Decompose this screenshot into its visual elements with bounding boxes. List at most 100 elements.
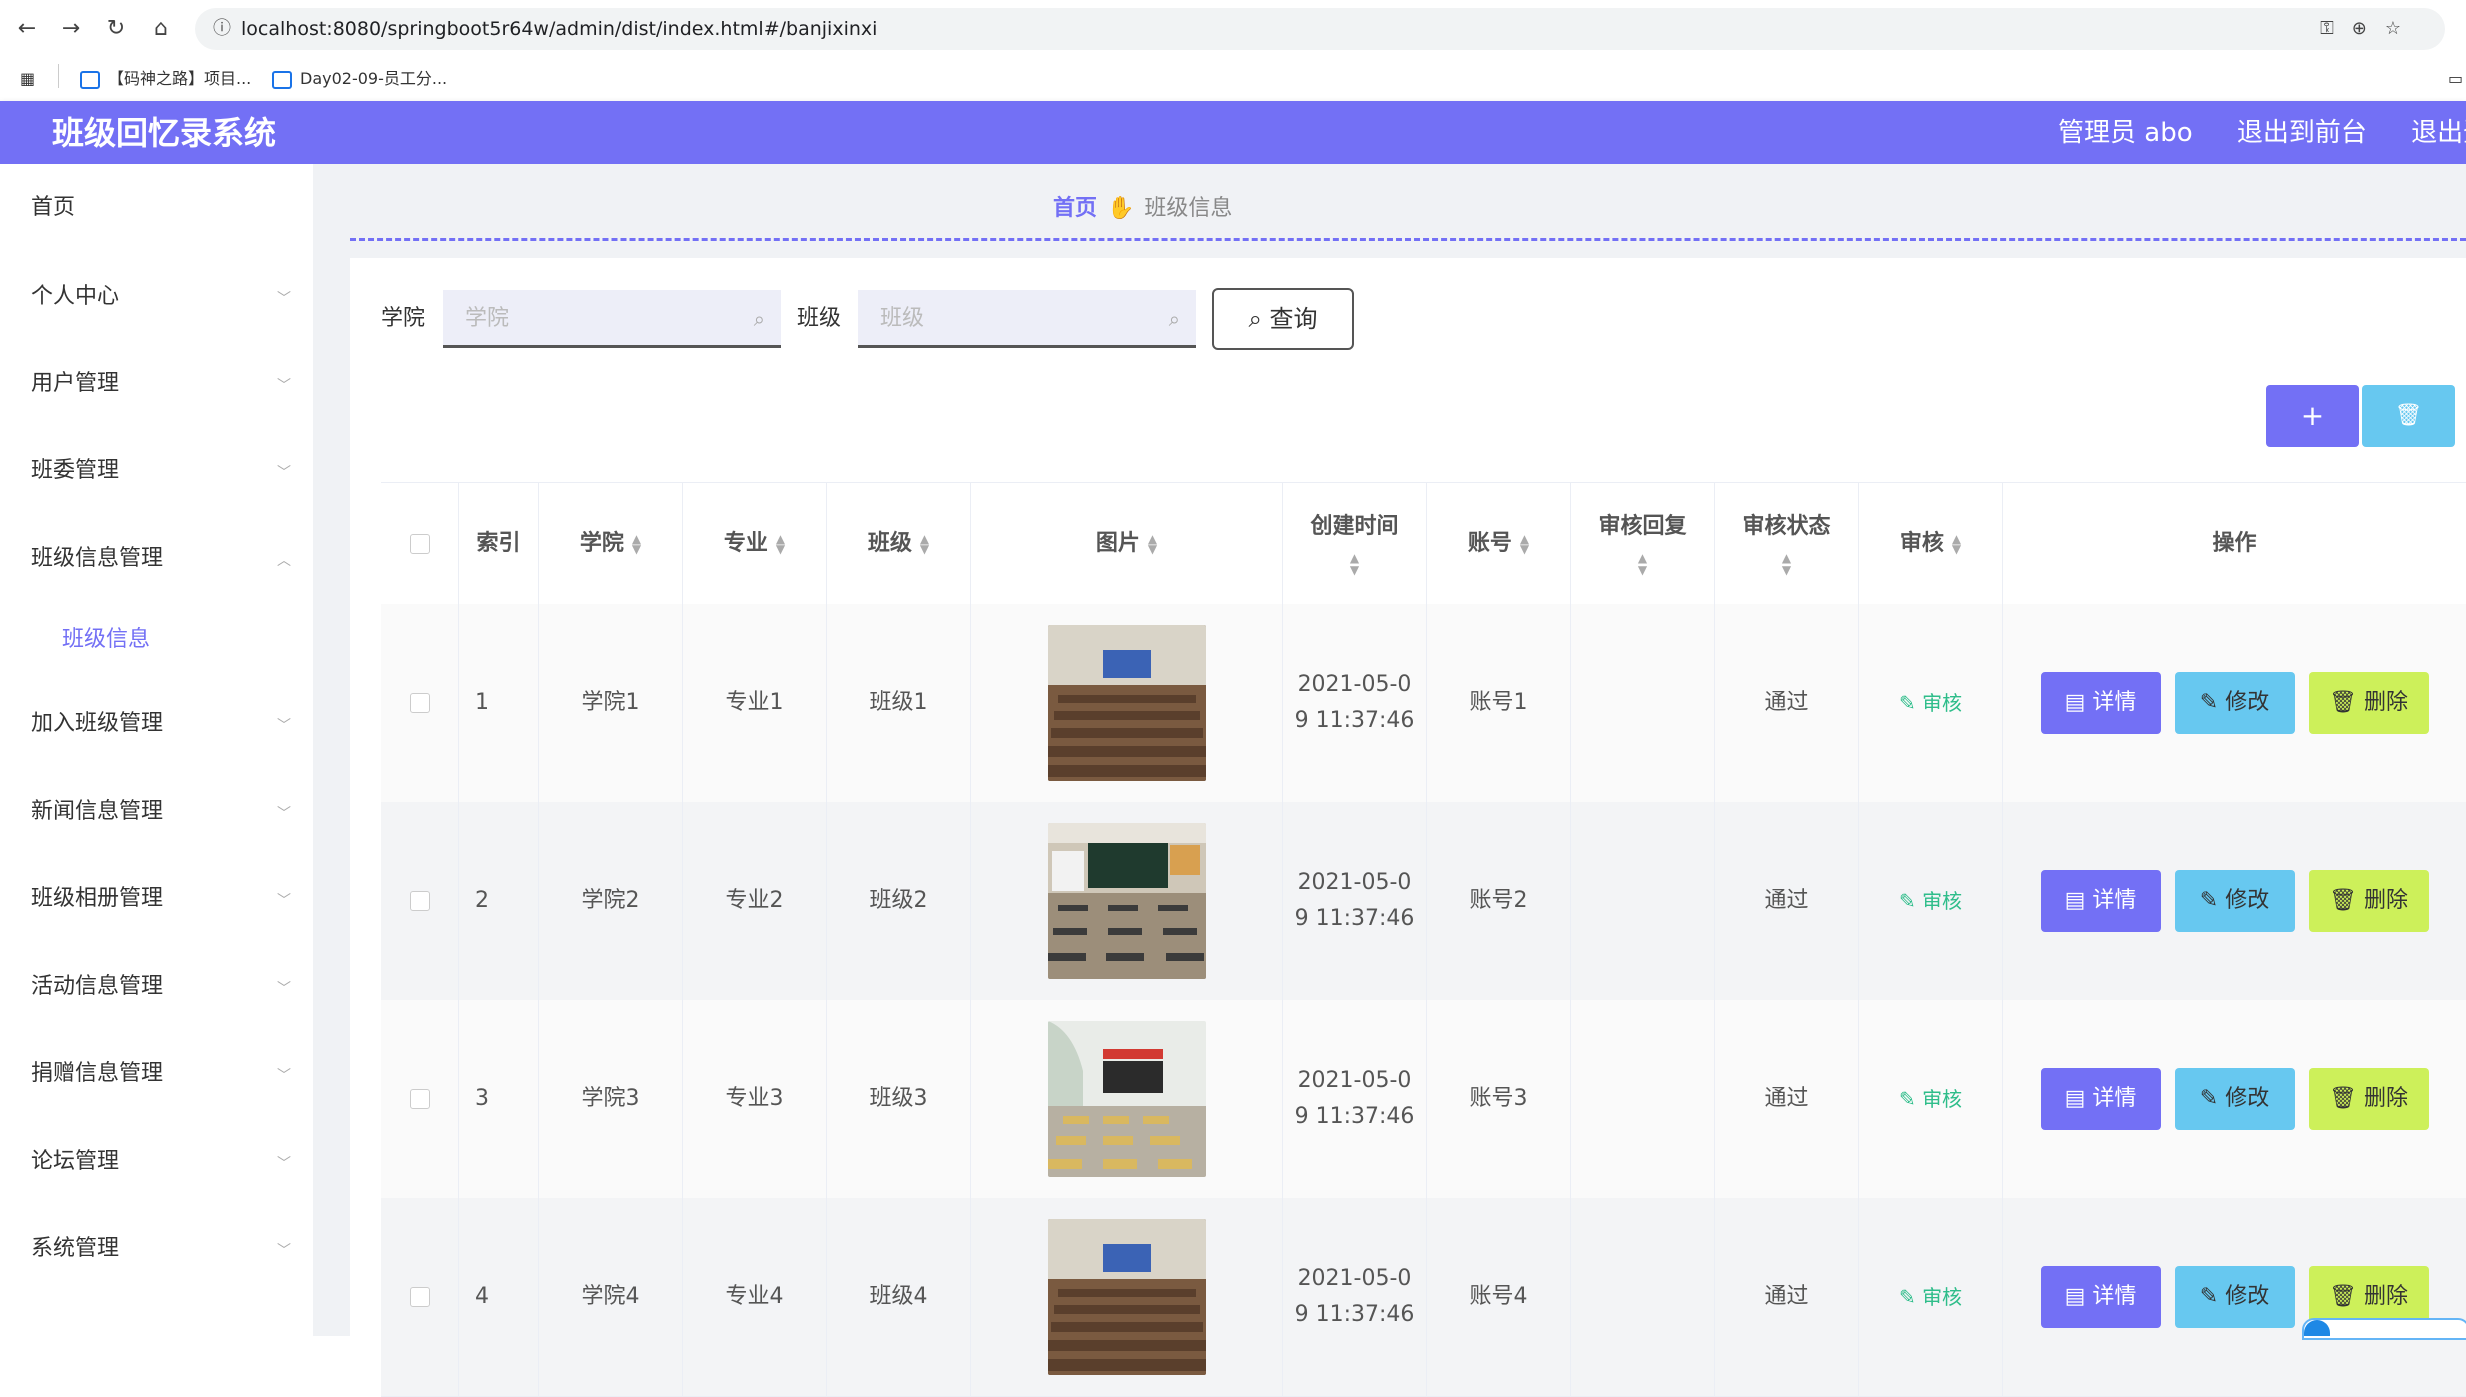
classroom-thumbnail[interactable] (1047, 625, 1206, 781)
sort-icon[interactable]: ▲ ▼ (1350, 552, 1359, 576)
college-search-input[interactable]: 学院 ⌕ (443, 290, 781, 348)
back-icon[interactable]: ← (12, 14, 42, 44)
detail-button[interactable]: ▤ 详情 (2040, 1068, 2161, 1130)
audit-link[interactable]: ✎ 审核 (1899, 883, 1962, 919)
row-checkbox[interactable] (409, 693, 430, 713)
reload-icon[interactable]: ↻ (101, 14, 131, 44)
sidebar-item-activity[interactable]: 活动信息管理 ﹀ (31, 972, 291, 1002)
row-checkbox[interactable] (409, 1287, 430, 1307)
address-bar[interactable]: ⓘ localhost:8080/springboot5r64w/admin/d… (195, 8, 2445, 50)
edit-button[interactable]: ✎ 修改 (2174, 870, 2295, 932)
cell-reply (1571, 1198, 1715, 1396)
sidebar-item-personal[interactable]: 个人中心 ﹀ (31, 282, 291, 312)
header-label: 账号 (1467, 531, 1512, 556)
audit-link[interactable]: ✎ 审核 (1899, 685, 1962, 721)
home-icon[interactable]: ⌂ (146, 14, 176, 44)
classroom-thumbnail[interactable] (1047, 1219, 1206, 1375)
row-checkbox[interactable] (409, 891, 430, 911)
sidebar-subitem-class-info[interactable]: 班级信息 (62, 625, 150, 655)
logout-link[interactable]: 退出登 (2411, 118, 2466, 148)
sidebar-item-donation[interactable]: 捐赠信息管理 ﹀ (31, 1059, 291, 1089)
header-status[interactable]: 审核状态 ▲ ▼ (1715, 483, 1859, 605)
edit-icon: ✎ (1898, 889, 1923, 913)
chevron-down-icon: ﹀ (277, 291, 291, 307)
sidebar-item-label: 加入班级管理 (31, 711, 164, 736)
exit-to-front-link[interactable]: 退出到前台 (2237, 118, 2367, 148)
sort-icon[interactable]: ▲ ▼ (776, 533, 785, 555)
select-all-checkbox[interactable] (409, 534, 430, 554)
batch-delete-button[interactable]: 🗑 (2362, 385, 2455, 447)
cell-image (971, 802, 1283, 1000)
detail-button[interactable]: ▤ 详情 (2040, 870, 2161, 932)
sidebar-item-home[interactable]: 首页 (31, 193, 291, 223)
forward-icon[interactable]: → (56, 14, 86, 44)
created-date: 2021-05-0 (1297, 870, 1412, 895)
header-class[interactable]: 班级 ▲ ▼ (827, 483, 971, 605)
sort-icon[interactable]: ▲ ▼ (1782, 552, 1791, 576)
detail-button[interactable]: ▤ 详情 (2040, 1266, 2161, 1328)
cell-major: 专业4 (683, 1198, 827, 1396)
document-icon: ▤ (2064, 888, 2093, 913)
header-account[interactable]: 账号 ▲ ▼ (1427, 483, 1571, 605)
sort-icon[interactable]: ▲ ▼ (1952, 533, 1961, 555)
table-row: 3 学院3 专业3 班级3 2021-05-0 9 11:37:46 账号3 通过… (381, 1000, 2466, 1199)
cell-index: 1 (459, 604, 539, 802)
sidebar-item-label: 班级信息管理 (31, 546, 164, 571)
sort-icon[interactable]: ▲ ▼ (1520, 533, 1529, 555)
classroom-thumbnail[interactable] (1047, 1021, 1206, 1177)
row-checkbox[interactable] (409, 1089, 430, 1109)
header-index: 索引 (459, 483, 539, 605)
audit-link[interactable]: ✎ 审核 (1899, 1081, 1962, 1117)
detail-button[interactable]: ▤ 详情 (2040, 672, 2161, 734)
trash-icon: 🗑 (2329, 1086, 2364, 1111)
cell-audit: ✎ 审核 (1859, 1000, 2003, 1198)
classroom-thumbnail[interactable] (1047, 823, 1206, 979)
delete-button[interactable]: 🗑 删除 (2308, 672, 2429, 734)
created-time: 9 11:37:46 (1294, 1302, 1415, 1327)
breadcrumb-home[interactable]: 首页 (1053, 196, 1097, 221)
delete-button[interactable]: 🗑 删除 (2308, 1068, 2429, 1130)
sort-icon[interactable]: ▲ ▼ (920, 533, 929, 555)
sidebar-item-album[interactable]: 班级相册管理 ﹀ (31, 884, 291, 914)
edit-button[interactable]: ✎ 修改 (2174, 1068, 2295, 1130)
query-button[interactable]: ⌕ 查询 (1212, 288, 1354, 350)
detail-label: 详情 (2092, 888, 2137, 913)
cell-index: 4 (459, 1198, 539, 1396)
edit-icon: ✎ (2199, 1284, 2226, 1309)
row-checkbox-cell (381, 604, 459, 802)
audit-link[interactable]: ✎ 审核 (1899, 1279, 1962, 1315)
sort-icon[interactable]: ▲ ▼ (1638, 552, 1647, 576)
delete-button[interactable]: 🗑 删除 (2308, 870, 2429, 932)
header-college[interactable]: 学院 ▲ ▼ (539, 483, 683, 605)
sidebar-item-committee[interactable]: 班委管理 ﹀ (31, 456, 291, 486)
cell-class: 班级1 (827, 604, 971, 802)
edit-button[interactable]: ✎ 修改 (2174, 1266, 2295, 1328)
sidebar-item-forum[interactable]: 论坛管理 ﹀ (31, 1147, 291, 1177)
header-created[interactable]: 创建时间 ▲ ▼ (1283, 483, 1427, 605)
bookmark-item[interactable]: 【码神之路】项目... (80, 67, 251, 91)
header-reply[interactable]: 审核回复 ▲ ▼ (1571, 483, 1715, 605)
sidebar-item-class-info[interactable]: 班级信息管理 ︿ (31, 544, 291, 574)
header-audit[interactable]: 审核 ▲ ▼ (1859, 483, 2003, 605)
header-major[interactable]: 专业 ▲ ▼ (683, 483, 827, 605)
cell-status: 通过 (1715, 1198, 1859, 1396)
header-label: 创建时间 (1310, 514, 1399, 539)
folder-icon[interactable]: ▭ (2448, 67, 2463, 91)
site-info-icon[interactable]: ⓘ (213, 8, 231, 50)
apps-icon[interactable]: ▦ (20, 67, 35, 91)
sidebar-item-join-class[interactable]: 加入班级管理 ﹀ (31, 709, 291, 739)
bookmark-item[interactable]: Day02-09-员工分... (272, 67, 447, 91)
header-image[interactable]: 图片 ▲ ▼ (971, 483, 1283, 605)
breadcrumb-current: 班级信息 (1144, 196, 1233, 221)
sidebar-item-news[interactable]: 新闻信息管理 ﹀ (31, 797, 291, 827)
add-button[interactable]: + (2266, 385, 2359, 447)
sidebar-item-system[interactable]: 系统管理 ﹀ (31, 1234, 291, 1264)
cell-image (971, 1000, 1283, 1198)
sidebar-item-users[interactable]: 用户管理 ﹀ (31, 369, 291, 399)
class-search-input[interactable]: 班级 ⌕ (858, 290, 1196, 348)
sort-icon[interactable]: ▲ ▼ (632, 533, 641, 555)
created-date: 2021-05-0 (1297, 672, 1412, 697)
sort-icon[interactable]: ▲ ▼ (1148, 533, 1157, 555)
edit-button[interactable]: ✎ 修改 (2174, 672, 2295, 734)
cell-reply (1571, 604, 1715, 802)
